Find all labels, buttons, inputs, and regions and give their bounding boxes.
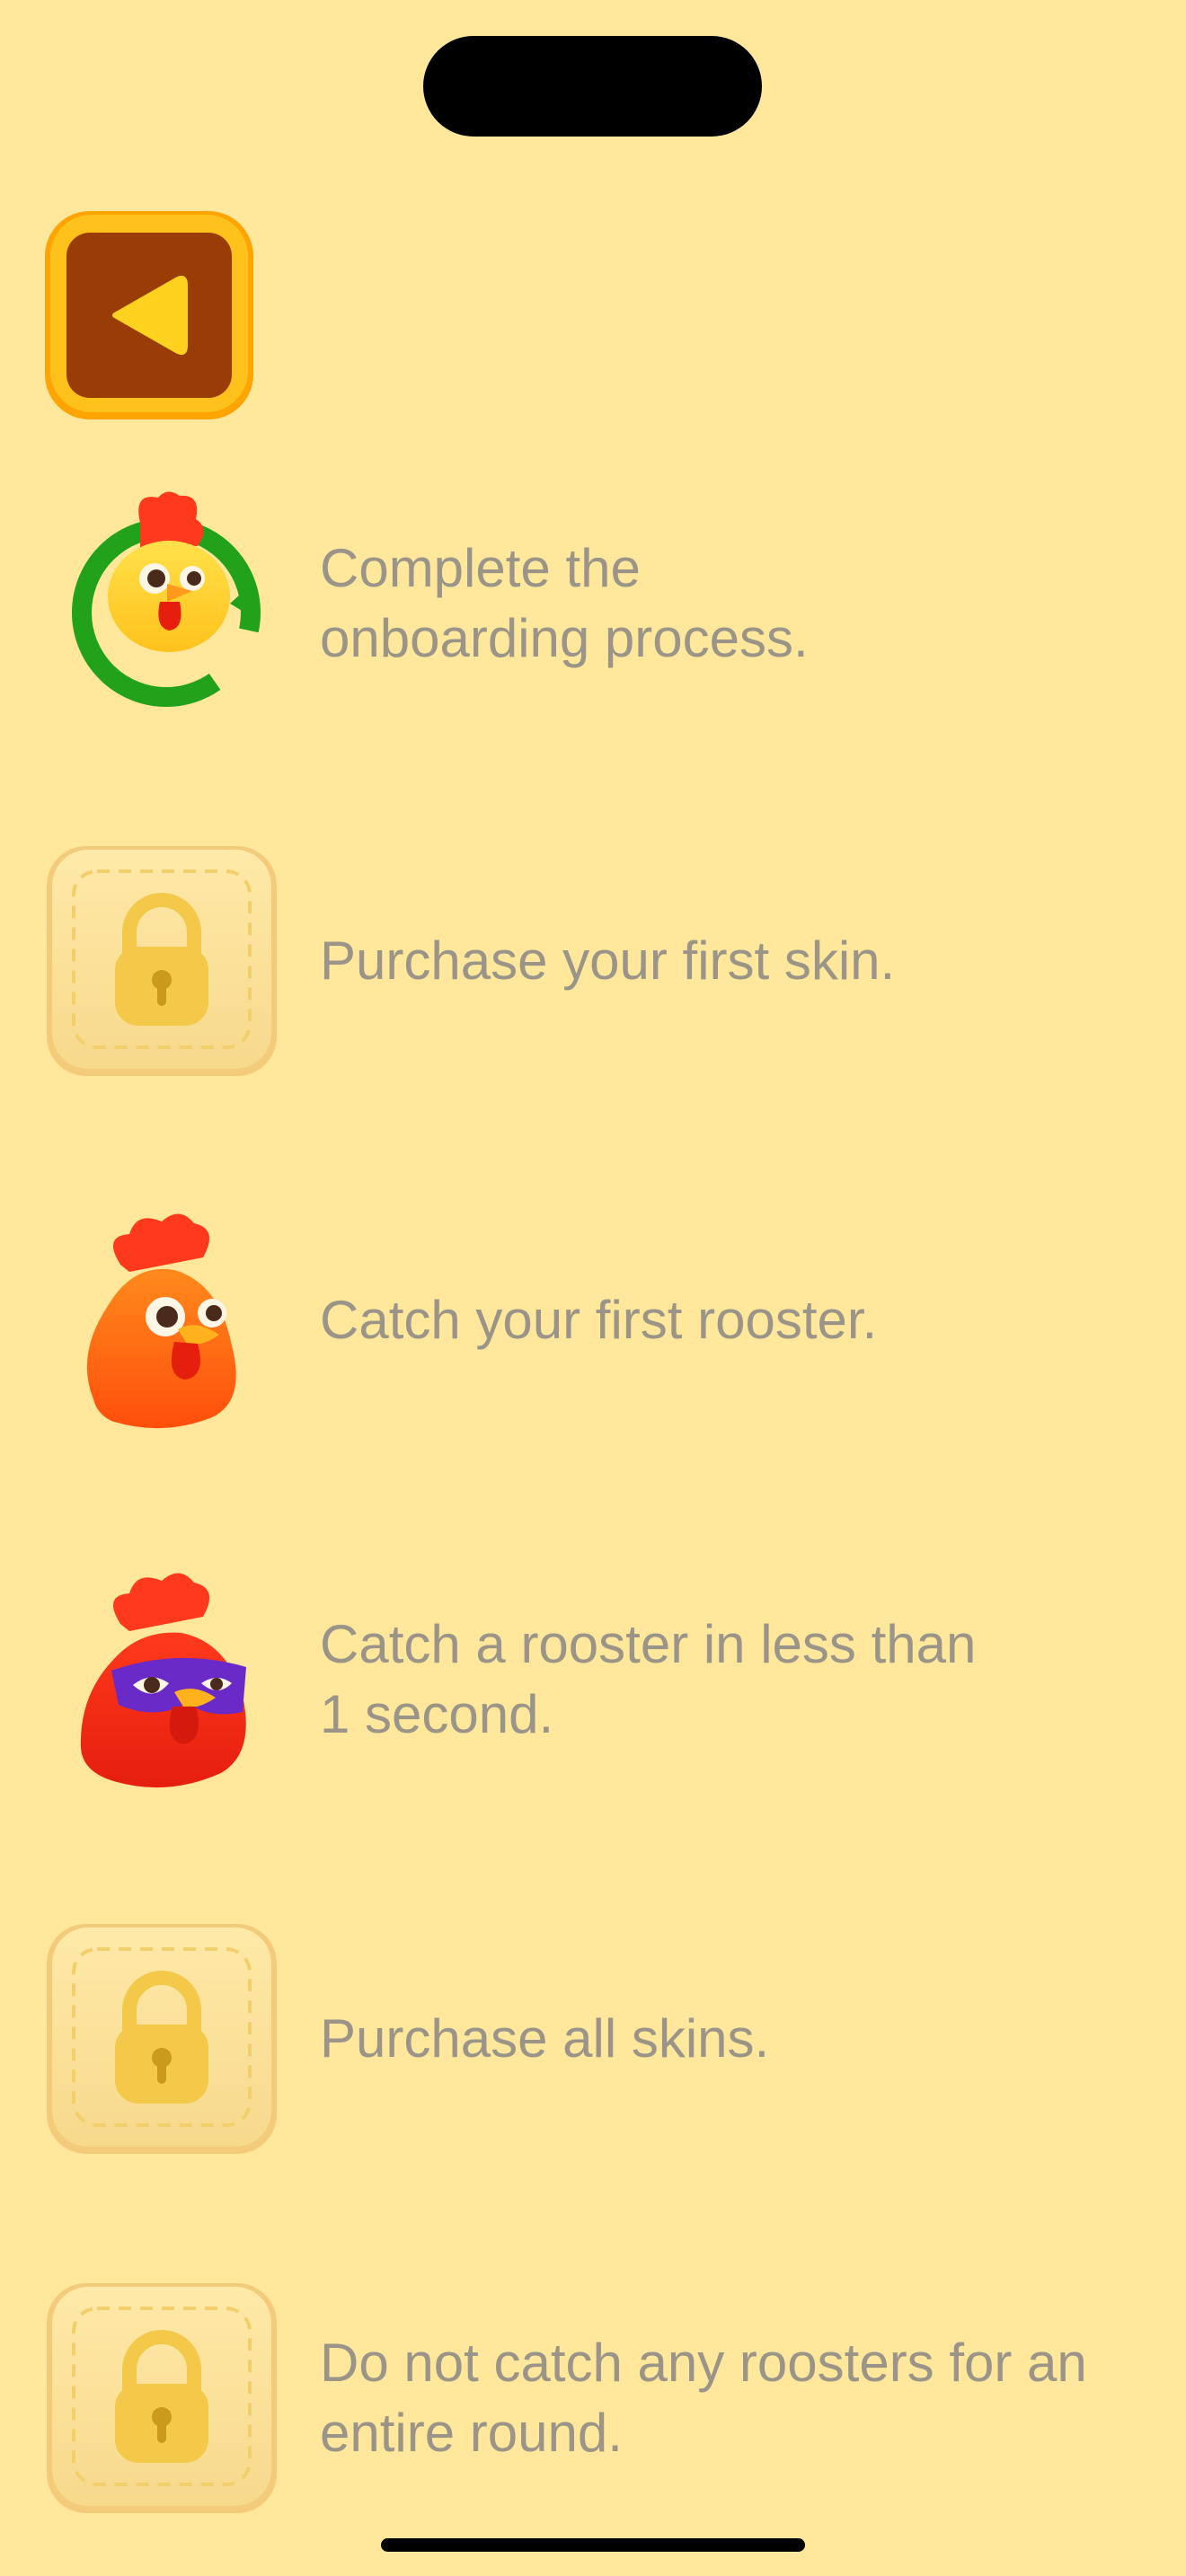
back-arrow-icon bbox=[45, 211, 253, 419]
lock-icon bbox=[43, 1920, 280, 2157]
rooster-icon bbox=[43, 1202, 280, 1439]
achievement-item: Purchase all skins. bbox=[43, 1920, 1157, 2157]
achievement-item: Complete the onboarding process. bbox=[43, 485, 1157, 722]
achievement-description: Complete the onboarding process. bbox=[320, 538, 809, 668]
achievement-description: Purchase all skins. bbox=[320, 2008, 770, 2069]
achievement-item: Do not catch any roosters for an entire … bbox=[43, 2280, 1157, 2517]
back-button[interactable] bbox=[43, 209, 255, 421]
achievement-description: Purchase your first skin. bbox=[320, 931, 896, 991]
achievement-description: Do not catch any roosters for an entire … bbox=[320, 2333, 1087, 2463]
onboarding-chicken-icon bbox=[43, 485, 280, 722]
lock-icon bbox=[43, 842, 280, 1080]
dynamic-island bbox=[423, 36, 762, 137]
achievement-item: Purchase your first skin. bbox=[43, 842, 1157, 1080]
achievement-item: Catch a rooster in less than 1 second. bbox=[43, 1561, 1157, 1798]
lock-icon bbox=[43, 2280, 280, 2517]
achievement-description: Catch your first rooster. bbox=[320, 1290, 878, 1350]
achievement-item: Catch your first rooster. bbox=[43, 1202, 1157, 1439]
masked-rooster-icon bbox=[43, 1561, 280, 1798]
achievement-description: Catch a rooster in less than 1 second. bbox=[320, 1614, 977, 1744]
home-indicator[interactable] bbox=[381, 2538, 805, 2552]
